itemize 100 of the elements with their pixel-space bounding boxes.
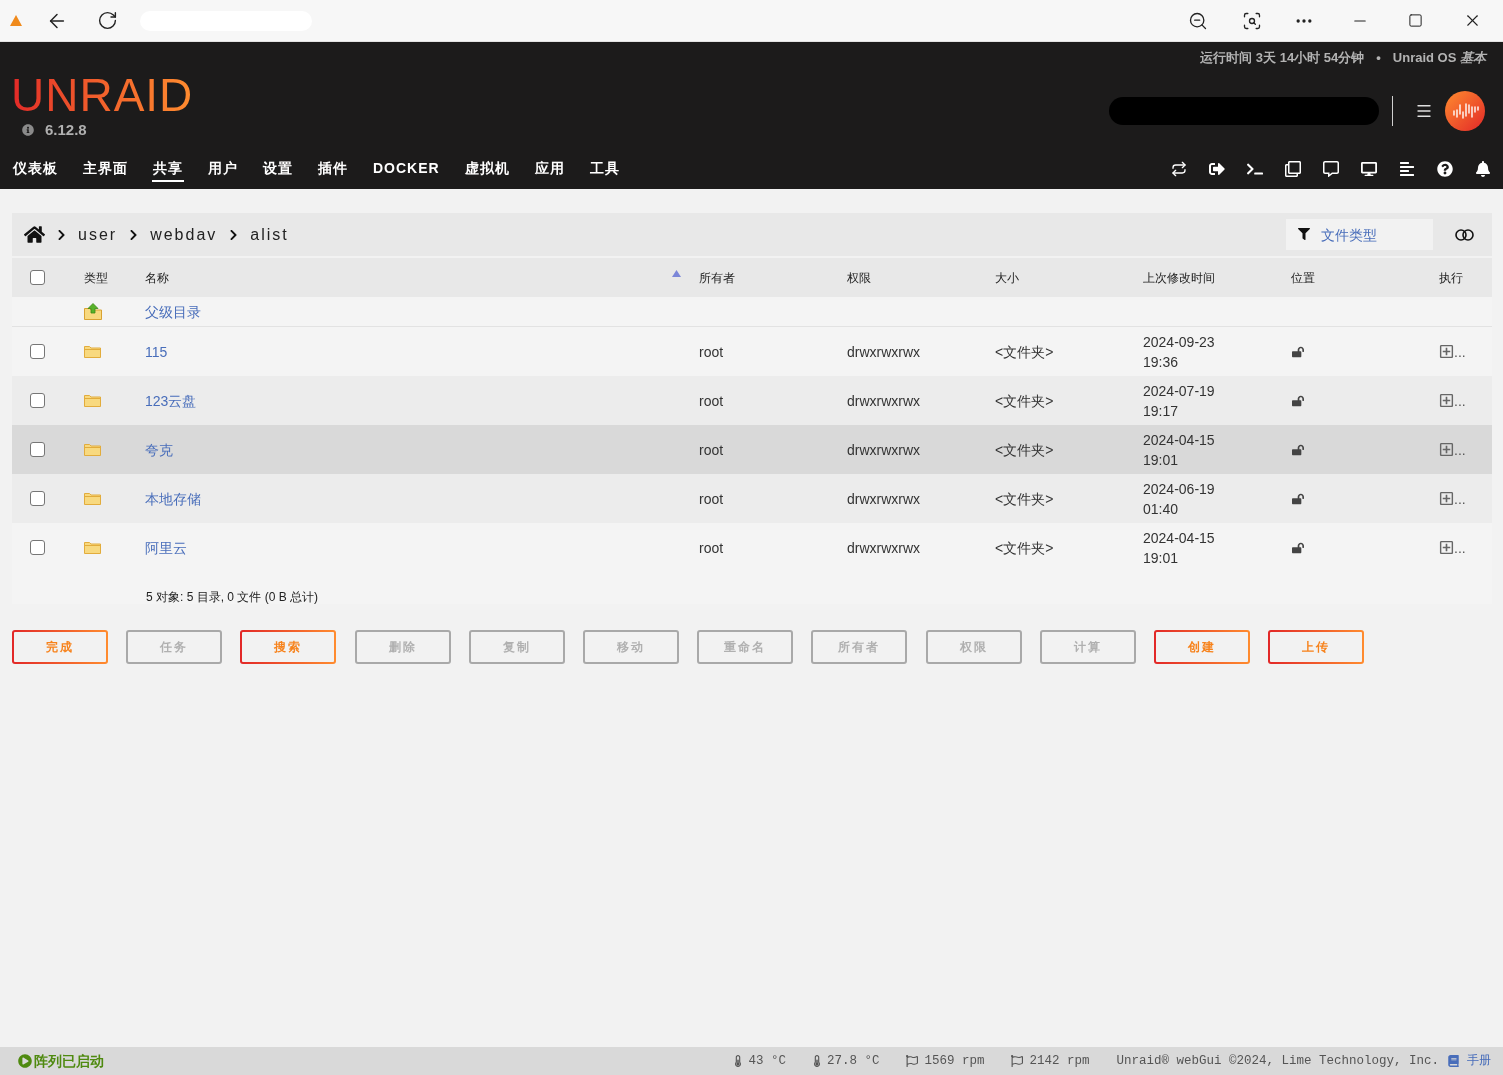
- folder-link[interactable]: 父级目录: [145, 303, 201, 320]
- home-icon[interactable]: [24, 225, 45, 244]
- checkbox[interactable]: [30, 540, 45, 555]
- table-cell: root: [699, 343, 724, 360]
- thermometer-icon: [812, 1055, 821, 1067]
- table-cell: drwxrwxrwx: [847, 392, 921, 409]
- sensor-reading: 1569 rpm: [924, 1052, 985, 1070]
- column-header[interactable]: 位置: [1291, 268, 1315, 287]
- table-row[interactable]: 夸克 root drwxrwxrwx <文件夹> 2024-04-15 19:01 ...: [12, 425, 1492, 474]
- info-icon[interactable]: [22, 124, 34, 137]
- folder-link[interactable]: 本地存储: [145, 490, 201, 507]
- nav-tab[interactable]: 工具: [588, 155, 621, 182]
- column-header[interactable]: 大小: [995, 268, 1019, 287]
- folder-up-arrow-icon: [84, 303, 102, 320]
- column-header[interactable]: 类型: [84, 268, 108, 287]
- more-actions-text[interactable]: ...: [1454, 540, 1466, 555]
- nav-tab[interactable]: 用户: [207, 155, 239, 182]
- folder-icon: [84, 541, 101, 554]
- folder-icon: [84, 492, 101, 505]
- nav-tab[interactable]: 主界面: [82, 155, 129, 182]
- folder-link[interactable]: 夸克: [145, 441, 173, 458]
- logout-icon[interactable]: [1209, 160, 1225, 177]
- comment-icon[interactable]: [1323, 160, 1339, 177]
- overlapping-circles-icon[interactable]: [1455, 228, 1474, 241]
- text-lines-icon[interactable]: [1399, 160, 1415, 177]
- column-header[interactable]: 上次修改时间: [1143, 268, 1215, 287]
- column-header[interactable]: 权限: [847, 268, 871, 287]
- table-cell: root: [699, 490, 724, 507]
- folder-link[interactable]: 115: [145, 343, 168, 360]
- help-icon[interactable]: [1437, 160, 1453, 177]
- checkbox[interactable]: [30, 491, 45, 506]
- nav-tab[interactable]: 共享: [152, 155, 184, 182]
- table-cell: <文件夹>: [995, 490, 1054, 507]
- folder-link[interactable]: 123云盘: [145, 392, 197, 409]
- table-cell: <文件夹>: [995, 539, 1054, 556]
- unlocked-padlock-icon: [1292, 345, 1304, 358]
- table-cell: drwxrwxrwx: [847, 539, 921, 556]
- more-actions-text[interactable]: ...: [1454, 442, 1466, 457]
- column-header[interactable]: 执行: [1439, 268, 1463, 287]
- unlocked-padlock-icon: [1292, 541, 1304, 554]
- sensor-reading: 43 °C: [748, 1052, 786, 1070]
- table-cell: root: [699, 539, 724, 556]
- table-row[interactable]: 本地存储 root drwxrwxrwx <文件夹> 2024-06-19 01:40 ...: [12, 474, 1492, 523]
- folder-icon: [84, 443, 101, 456]
- version-text: 6.12.8: [45, 120, 87, 140]
- checkbox[interactable]: [30, 270, 45, 285]
- nav-tab[interactable]: 仪表板: [12, 155, 59, 182]
- more-actions-text[interactable]: ...: [1454, 491, 1466, 506]
- copy-icon[interactable]: [1285, 160, 1301, 177]
- table-cell-text: 2024-06-19 01:40: [1143, 479, 1216, 519]
- column-header[interactable]: 所有者: [699, 268, 735, 287]
- monitor-icon[interactable]: [1361, 160, 1377, 177]
- chevron-right-icon: [57, 228, 66, 241]
- unlocked-padlock-icon: [1292, 394, 1304, 407]
- table-cell-text: 2024-04-15 19:01: [1143, 430, 1216, 470]
- book-icon[interactable]: [1448, 1055, 1459, 1067]
- nav-tab[interactable]: 虚拟机: [463, 155, 511, 182]
- filter-field[interactable]: 文件类型: [1286, 219, 1433, 250]
- thermometer-icon: [734, 1055, 743, 1067]
- folder-icon: [84, 394, 101, 407]
- table-cell-text: 2024-07-19 19:17: [1143, 381, 1216, 421]
- nav-tab[interactable]: 插件: [317, 155, 349, 182]
- nav-tab[interactable]: 设置: [262, 155, 294, 182]
- nav-tab[interactable]: 应用: [533, 155, 566, 182]
- more-actions-text[interactable]: ...: [1454, 393, 1466, 408]
- filter-icon: [1298, 228, 1310, 240]
- table-cell: drwxrwxrwx: [847, 343, 921, 360]
- folder-link[interactable]: 阿里云: [145, 539, 187, 556]
- unlocked-padlock-icon: [1292, 492, 1304, 505]
- checkbox[interactable]: [30, 393, 45, 408]
- table-cell: root: [699, 392, 724, 409]
- table-cell: drwxrwxrwx: [847, 441, 921, 458]
- more-actions-text[interactable]: ...: [1454, 344, 1466, 359]
- menu-icon[interactable]: [1415, 102, 1433, 120]
- uptime-text: 运行时间 3天 14小时 54分钟: [1200, 49, 1365, 68]
- column-header[interactable]: 名称: [145, 268, 169, 287]
- breadcrumb-link[interactable]: webdav: [150, 222, 218, 247]
- waveform-avatar-icon: [1445, 91, 1485, 131]
- bell-icon[interactable]: [1475, 160, 1491, 177]
- table-row[interactable]: 123云盘 root drwxrwxrwx <文件夹> 2024-07-19 19:17 ...: [12, 376, 1492, 425]
- breadcrumb-link[interactable]: user: [78, 222, 118, 247]
- breadcrumb-link[interactable]: alist: [250, 222, 289, 247]
- triangle-logo-icon: [10, 15, 22, 26]
- folder-icon: [84, 345, 101, 358]
- table-cell: <文件夹>: [995, 343, 1054, 360]
- table-cell: root: [699, 441, 724, 458]
- zoom-out-icon[interactable]: [1188, 10, 1208, 31]
- manual-link[interactable]: 手册: [1467, 1052, 1491, 1070]
- array-status-text: 阵列已启动: [34, 1051, 104, 1071]
- checkbox[interactable]: [30, 442, 45, 457]
- table-cell-text: 2024-09-23 19:36: [1143, 332, 1216, 372]
- screen-search-icon[interactable]: [1242, 10, 1262, 31]
- checkbox[interactable]: [30, 344, 45, 359]
- sensor-reading: 2142 rpm: [1029, 1052, 1090, 1070]
- refresh-icon[interactable]: [97, 10, 118, 31]
- nav-tab[interactable]: DOCKER: [372, 155, 441, 182]
- chevron-right-icon: [129, 228, 139, 241]
- table-cell-text: 2024-04-15 19:01: [1143, 528, 1216, 568]
- maximize-icon[interactable]: [1408, 13, 1423, 28]
- repeat-icon[interactable]: [1171, 160, 1187, 177]
